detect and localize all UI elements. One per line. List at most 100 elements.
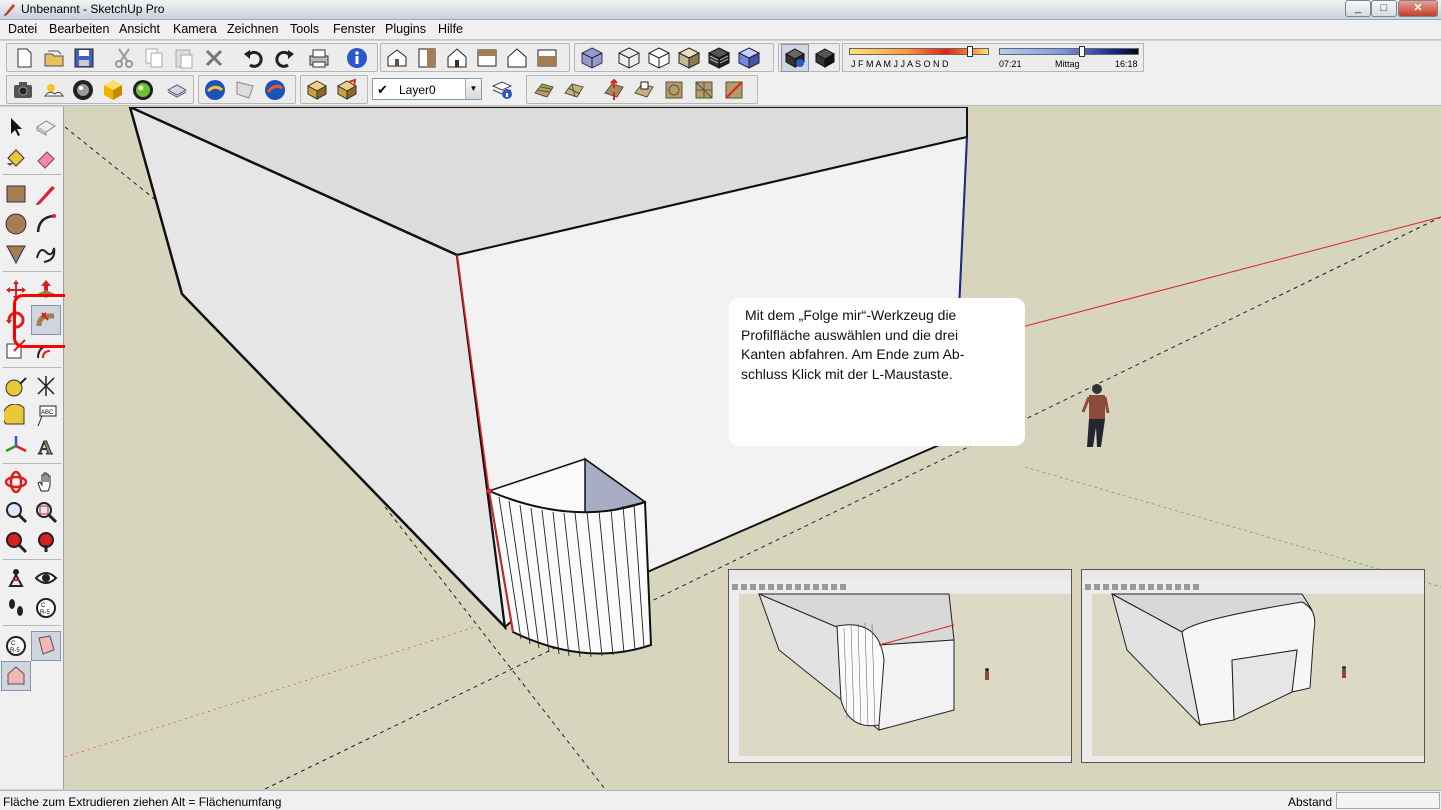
rectangle-icon[interactable]	[1, 179, 31, 209]
drawing-area[interactable]: Mit dem „Folge mir“-Werkzeug die Profilf…	[65, 107, 1441, 789]
share-icon[interactable]	[303, 76, 331, 104]
paint-bucket-icon[interactable]	[1, 143, 31, 173]
add-detail-icon[interactable]	[690, 76, 718, 104]
section-plane-icon[interactable]: C R-5	[31, 593, 61, 623]
sphere-icon[interactable]	[129, 76, 157, 104]
dimension-icon[interactable]	[31, 371, 61, 401]
fog-icon[interactable]	[811, 44, 839, 72]
warehouse-icon[interactable]	[261, 76, 289, 104]
make-component-icon[interactable]	[31, 112, 61, 142]
open-icon[interactable]	[40, 44, 68, 72]
circle-icon[interactable]	[1, 209, 31, 239]
shaded-textures-icon[interactable]	[705, 44, 733, 72]
cut-icon[interactable]	[110, 44, 138, 72]
section-cut-icon[interactable]	[31, 631, 61, 661]
pencil-line-icon[interactable]	[31, 179, 61, 209]
hidden-line-icon[interactable]	[645, 44, 673, 72]
toolbox-separator	[3, 625, 61, 626]
menu-hilfe[interactable]: Hilfe	[438, 22, 463, 36]
right-view-icon[interactable]	[473, 44, 501, 72]
back-view-icon[interactable]	[503, 44, 531, 72]
new-icon[interactable]	[10, 44, 38, 72]
xray-icon[interactable]	[578, 44, 606, 72]
look-around-icon[interactable]	[31, 563, 61, 593]
smoove-icon[interactable]	[600, 76, 628, 104]
sandbox-scratch-icon[interactable]	[560, 76, 588, 104]
polygon-icon[interactable]	[1, 239, 31, 269]
sandbox-contour-icon[interactable]	[530, 76, 558, 104]
select-arrow-icon[interactable]	[1, 112, 31, 142]
instruction-callout: Mit dem „Folge mir“-Werkzeug die Profilf…	[729, 298, 1025, 446]
shaded-icon[interactable]	[675, 44, 703, 72]
zoom-icon[interactable]	[1, 497, 31, 527]
menu-datei[interactable]: Datei	[8, 22, 37, 36]
freehand-icon[interactable]	[31, 239, 61, 269]
position-camera-icon[interactable]	[1, 563, 31, 593]
menu-tools[interactable]: Tools	[290, 22, 319, 36]
model-info-icon[interactable]	[343, 44, 371, 72]
menu-fenster[interactable]: Fenster	[333, 22, 375, 36]
material-icon[interactable]	[163, 76, 191, 104]
component-upload-icon[interactable]	[333, 76, 361, 104]
callout-line: Profilfläche auswählen und die drei	[741, 326, 959, 343]
eraser-icon[interactable]	[31, 143, 61, 173]
protractor-icon[interactable]	[1, 401, 31, 431]
photo-texture-icon[interactable]	[231, 76, 259, 104]
camera-icon[interactable]	[9, 76, 37, 104]
layer-manager-icon[interactable]	[488, 75, 516, 103]
copy-icon[interactable]	[140, 44, 168, 72]
iso-view-icon[interactable]	[383, 44, 411, 72]
front-view-icon[interactable]	[443, 44, 471, 72]
thumbnail-step-2-image	[1082, 570, 1424, 762]
minimize-button[interactable]: _	[1345, 0, 1371, 17]
display-section-icon[interactable]: C R-5	[1, 631, 31, 661]
redo-icon[interactable]	[270, 44, 298, 72]
text-label-icon[interactable]: ABC	[31, 401, 61, 431]
close-button[interactable]: ✕	[1398, 0, 1438, 17]
house-section-icon[interactable]	[1, 661, 31, 691]
menu-zeichnen[interactable]: Zeichnen	[227, 22, 278, 36]
axes-icon[interactable]	[1, 431, 31, 461]
top-view-icon[interactable]	[413, 44, 441, 72]
menu-plugins[interactable]: Plugins	[385, 22, 426, 36]
save-icon[interactable]	[70, 44, 98, 72]
zoom-extents-icon[interactable]	[1, 527, 31, 557]
date-slider-thumb[interactable]	[967, 46, 973, 57]
sun-icon[interactable]	[39, 76, 67, 104]
paste-icon[interactable]	[170, 44, 198, 72]
wireframe-icon[interactable]	[615, 44, 643, 72]
undo-icon[interactable]	[240, 44, 268, 72]
menu-kamera[interactable]: Kamera	[173, 22, 217, 36]
arc-icon[interactable]	[31, 209, 61, 239]
menu-bearbeiten[interactable]: Bearbeiten	[49, 22, 109, 36]
left-view-icon[interactable]	[533, 44, 561, 72]
pan-hand-icon[interactable]	[31, 467, 61, 497]
stamp-icon[interactable]	[630, 76, 658, 104]
section-toolbar	[6, 75, 194, 104]
print-icon[interactable]	[305, 44, 333, 72]
sky-icon[interactable]	[69, 76, 97, 104]
menu-ansicht[interactable]: Ansicht	[119, 22, 160, 36]
status-bar: Fläche zum Extrudieren ziehen Alt = Fläc…	[0, 790, 1441, 810]
time-slider[interactable]	[999, 48, 1139, 55]
flip-edge-icon[interactable]	[720, 76, 748, 104]
svg-text:C: C	[11, 641, 16, 647]
component-icon[interactable]	[99, 76, 127, 104]
monochrome-icon[interactable]	[735, 44, 763, 72]
chevron-down-icon[interactable]: ▼	[465, 79, 481, 99]
walk-icon[interactable]	[1, 593, 31, 623]
google-earth-icon[interactable]	[201, 76, 229, 104]
maximize-button[interactable]: □	[1371, 0, 1397, 17]
layer-dropdown[interactable]: ✔ Layer0 ▼	[372, 78, 482, 100]
previous-view-icon[interactable]	[31, 527, 61, 557]
erase-icon[interactable]	[200, 44, 228, 72]
3d-text-icon[interactable]: A	[31, 431, 61, 461]
time-slider-thumb[interactable]	[1079, 46, 1085, 57]
orbit-icon[interactable]	[1, 467, 31, 497]
shadows-toggle-icon[interactable]	[781, 44, 809, 72]
toolbox-separator	[3, 271, 61, 272]
tape-measure-icon[interactable]	[1, 371, 31, 401]
zoom-window-icon[interactable]	[31, 497, 61, 527]
drape-icon[interactable]	[660, 76, 688, 104]
measurements-input[interactable]	[1336, 792, 1440, 809]
